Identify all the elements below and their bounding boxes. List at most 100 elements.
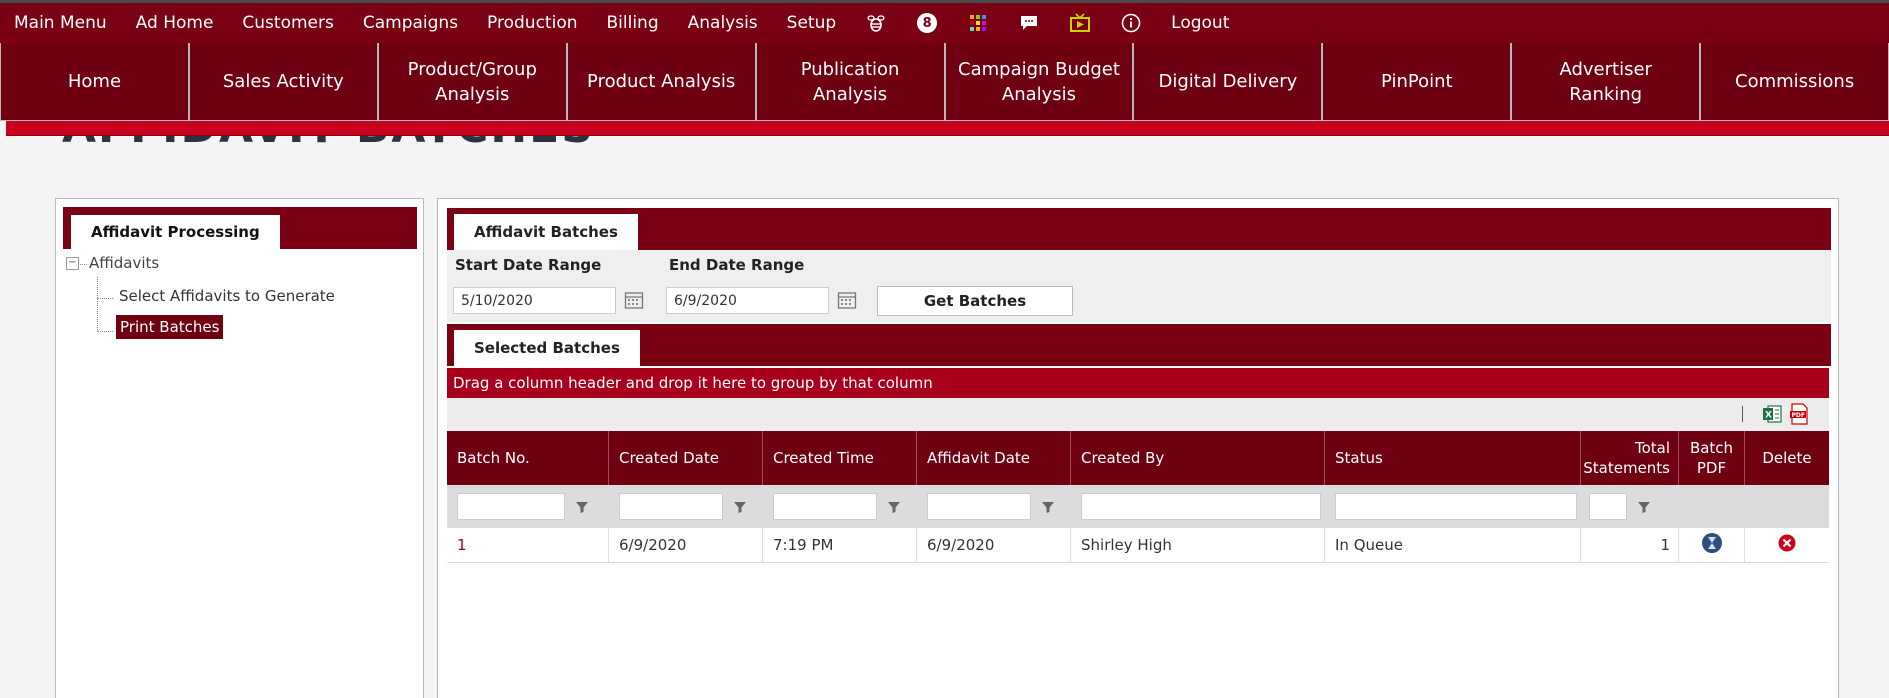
col-status[interactable]: Status <box>1325 431 1581 485</box>
filter-total-input[interactable] <box>1589 493 1627 520</box>
start-date-input[interactable]: 5/10/2020 <box>453 287 616 314</box>
col-created-by[interactable]: Created By <box>1071 431 1325 485</box>
end-date-input[interactable]: 6/9/2020 <box>666 287 829 314</box>
batches-grid: Batch No. Created Date Created Time Affi… <box>447 431 1829 563</box>
export-pdf-icon[interactable]: PDF <box>1789 403 1809 425</box>
tab-home[interactable]: Home <box>0 43 189 121</box>
filter-cell <box>1071 485 1325 528</box>
filter-created-date-input[interactable] <box>619 493 723 520</box>
filter-cell <box>447 485 609 528</box>
cell-created-time: 7:19 PM <box>763 528 917 562</box>
tree-line <box>97 331 113 332</box>
top-menu-bar: Main Menu Ad Home Customers Campaigns Pr… <box>0 0 1889 43</box>
col-batch-no[interactable]: Batch No. <box>447 431 609 485</box>
filter-affidavit-date-input[interactable] <box>927 493 1031 520</box>
menu-analysis[interactable]: Analysis <box>688 13 758 33</box>
tv-icon[interactable] <box>1069 12 1091 34</box>
col-delete[interactable]: Delete <box>1745 431 1829 485</box>
menu-campaigns[interactable]: Campaigns <box>363 13 458 33</box>
accent-strip <box>6 121 1889 136</box>
filter-cell <box>1679 485 1745 528</box>
collapse-icon[interactable]: − <box>66 257 79 270</box>
start-date-label: Start Date Range <box>455 256 602 274</box>
apps-grid-icon[interactable] <box>967 12 989 34</box>
tab-affidavit-batches[interactable]: Affidavit Batches <box>454 214 638 250</box>
bee-icon[interactable] <box>865 12 887 34</box>
filter-cell <box>609 485 763 528</box>
filter-cell <box>763 485 917 528</box>
date-filter-area: Start Date Range End Date Range 5/10/202… <box>447 250 1831 322</box>
hourglass-icon[interactable] <box>1701 532 1723 558</box>
chat-icon[interactable] <box>1018 12 1040 34</box>
filter-created-time-input[interactable] <box>773 493 877 520</box>
filter-icon[interactable] <box>881 494 907 520</box>
start-calendar-icon[interactable] <box>624 290 644 310</box>
table-row[interactable]: 1 6/9/2020 7:19 PM 6/9/2020 Shirley High… <box>447 528 1829 563</box>
cell-created-by: Shirley High <box>1071 528 1325 562</box>
grid-filter-row <box>447 485 1829 528</box>
affidavit-processing-panel: Affidavit Processing − Affidavits Select… <box>55 198 424 698</box>
col-batch-pdf[interactable]: Batch PDF <box>1679 431 1745 485</box>
filter-cell <box>1581 485 1679 528</box>
cell-affidavit-date: 6/9/2020 <box>917 528 1071 562</box>
menu-production[interactable]: Production <box>487 13 577 33</box>
analysis-nav: Home Sales Activity Product/Group Analys… <box>0 43 1889 121</box>
tab-product-analysis[interactable]: Product Analysis <box>566 43 756 121</box>
tree-line <box>97 277 98 332</box>
tab-digital-delivery[interactable]: Digital Delivery <box>1133 43 1323 121</box>
affidavit-batches-panel: Affidavit Batches Start Date Range End D… <box>437 198 1839 698</box>
tab-selected-batches[interactable]: Selected Batches <box>454 330 640 366</box>
end-calendar-icon[interactable] <box>837 290 857 310</box>
cell-created-date: 6/9/2020 <box>609 528 763 562</box>
info-icon[interactable] <box>1120 12 1142 34</box>
notification-badge: 8 <box>917 13 938 33</box>
tree-node-affidavits[interactable]: Affidavits <box>89 254 159 272</box>
col-created-date[interactable]: Created Date <box>609 431 763 485</box>
delete-icon[interactable] <box>1778 534 1796 556</box>
menu-setup[interactable]: Setup <box>787 13 836 33</box>
filter-icon[interactable] <box>569 494 595 520</box>
filter-status-input[interactable] <box>1335 493 1577 520</box>
tree-node-print-batches[interactable]: Print Batches <box>116 315 224 339</box>
col-created-time[interactable]: Created Time <box>763 431 917 485</box>
batch-no-link[interactable]: 1 <box>457 536 467 554</box>
filter-icon[interactable] <box>1631 494 1657 520</box>
cell-batch-pdf <box>1679 528 1745 562</box>
filter-created-by-input[interactable] <box>1081 493 1321 520</box>
export-excel-icon[interactable]: X <box>1762 404 1782 424</box>
cell-total-statements: 1 <box>1581 528 1679 562</box>
logout-link[interactable]: Logout <box>1171 13 1229 33</box>
filter-icon[interactable] <box>727 494 753 520</box>
filter-cell <box>917 485 1071 528</box>
svg-text:PDF: PDF <box>1792 412 1805 419</box>
col-affidavit-date[interactable]: Affidavit Date <box>917 431 1071 485</box>
menu-customers[interactable]: Customers <box>242 13 333 33</box>
tree-line <box>80 264 87 265</box>
tab-pinpoint[interactable]: PinPoint <box>1322 43 1512 121</box>
tree-node-select-affidavits[interactable]: Select Affidavits to Generate <box>119 287 335 305</box>
tab-sales-activity[interactable]: Sales Activity <box>188 43 378 121</box>
notification-count-icon[interactable]: 8 <box>916 12 938 34</box>
col-total-statements[interactable]: Total Statements <box>1581 431 1679 485</box>
filter-icon[interactable] <box>1035 494 1061 520</box>
selected-batches-header: Selected Batches <box>447 324 1831 366</box>
group-by-drop-zone[interactable]: Drag a column header and drop it here to… <box>447 368 1829 398</box>
tab-publication-analysis[interactable]: Publication Analysis <box>755 43 945 121</box>
grid-header-row: Batch No. Created Date Created Time Affi… <box>447 431 1829 485</box>
filter-cell <box>1745 485 1829 528</box>
get-batches-button[interactable]: Get Batches <box>877 286 1073 316</box>
panel-header: Affidavit Batches <box>447 208 1831 250</box>
cell-delete <box>1745 528 1829 562</box>
end-date-label: End Date Range <box>669 256 805 274</box>
menu-main-menu[interactable]: Main Menu <box>14 13 107 33</box>
cell-batch-no[interactable]: 1 <box>447 528 609 562</box>
tab-product-group-analysis[interactable]: Product/Group Analysis <box>377 43 567 121</box>
menu-ad-home[interactable]: Ad Home <box>136 13 214 33</box>
tab-commissions[interactable]: Commissions <box>1700 43 1889 121</box>
tab-campaign-budget-analysis[interactable]: Campaign Budget Analysis <box>944 43 1134 121</box>
tab-affidavit-processing[interactable]: Affidavit Processing <box>71 215 280 249</box>
tab-advertiser-ranking[interactable]: Advertiser Ranking <box>1511 43 1701 121</box>
filter-batch-no-input[interactable] <box>457 493 565 520</box>
filter-cell <box>1325 485 1581 528</box>
menu-billing[interactable]: Billing <box>607 13 659 33</box>
